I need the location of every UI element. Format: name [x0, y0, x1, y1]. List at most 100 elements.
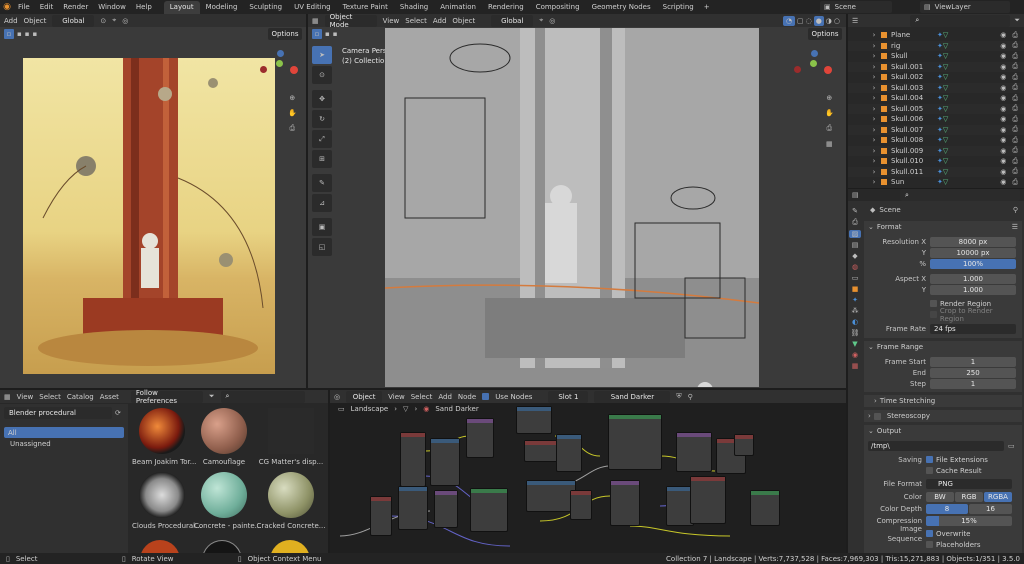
constraints-tab-icon[interactable]: ⛓	[851, 329, 860, 337]
visibility-eye-icon[interactable]: ◉	[1000, 157, 1006, 165]
viewlayer-selector[interactable]: ▤ ViewLayer	[920, 1, 1010, 13]
pan-hand-icon[interactable]: ✋	[288, 109, 297, 117]
scene-tab-icon[interactable]: ◆	[852, 252, 857, 260]
frame-end-field[interactable]: 250	[930, 367, 1016, 378]
center-pan-icon[interactable]: ✋	[825, 109, 834, 117]
asset-tile-3[interactable]: Clouds Procedural...	[132, 472, 202, 530]
res-pct-field[interactable]: 100%	[930, 258, 1016, 269]
left-options-button[interactable]: Options	[268, 28, 302, 40]
catalog-unassigned[interactable]: Unassigned	[4, 438, 124, 449]
res-x-field[interactable]: 8000 px	[930, 236, 1016, 247]
overlay-icon[interactable]: ◔	[783, 15, 796, 26]
outliner-row[interactable]: › Skull.010 ✦ ▽ ◉ ⎙	[848, 156, 1024, 167]
tab-uv-editing[interactable]: UV Editing	[288, 3, 337, 11]
tab-sculpting[interactable]: Sculpting	[243, 3, 288, 11]
node-select-menu[interactable]: Select	[411, 393, 433, 401]
expand-arrow-icon[interactable]: ›	[870, 178, 878, 186]
proportional-icon[interactable]: ◎	[122, 17, 128, 25]
node-add-menu[interactable]: Add	[438, 393, 452, 401]
expand-arrow-icon[interactable]: ›	[870, 31, 878, 39]
menu-help[interactable]: Help	[136, 3, 152, 11]
visibility-eye-icon[interactable]: ◉	[1000, 126, 1006, 134]
outliner-row[interactable]: › Skull.003 ✦ ▽ ◉ ⎙	[848, 82, 1024, 93]
scale-tool-icon[interactable]: ⤢	[312, 130, 332, 148]
properties-type-icon[interactable]: ▤	[852, 191, 859, 199]
refresh-library-icon[interactable]: ⟳	[115, 409, 121, 417]
crop-region-checkbox[interactable]	[930, 311, 937, 318]
add-cube-tool-icon[interactable]: ▣	[312, 218, 332, 236]
outliner-row-label[interactable]: Skull.003	[891, 84, 937, 92]
placeholders-checkbox[interactable]	[926, 541, 933, 548]
compression-slider[interactable]: 15%	[926, 515, 1012, 526]
render-visibility-icon[interactable]: ⎙	[1012, 41, 1018, 50]
visibility-eye-icon[interactable]: ◉	[1000, 31, 1006, 39]
mode-selector[interactable]: Object Mode	[324, 13, 377, 29]
outliner-row[interactable]: › Skull.008 ✦ ▽ ◉ ⎙	[848, 135, 1024, 146]
node-15[interactable]	[526, 480, 576, 512]
tab-animation[interactable]: Animation	[434, 3, 482, 11]
menu-edit[interactable]: Edit	[40, 3, 54, 11]
center-gizmo-z-icon[interactable]	[811, 50, 818, 57]
visibility-eye-icon[interactable]: ◉	[1000, 63, 1006, 71]
outliner-row-label[interactable]: Sun	[891, 178, 937, 186]
render-visibility-icon[interactable]: ⎙	[1012, 104, 1018, 113]
blender-logo-icon[interactable]: ◉	[0, 2, 14, 12]
filter-icon[interactable]: ⏷	[1014, 16, 1020, 25]
view-layer-tab-icon[interactable]: ▤	[852, 241, 859, 249]
nav-gizmo[interactable]	[260, 50, 300, 90]
outliner-row-label[interactable]: Skull.011	[891, 168, 937, 176]
select-menu[interactable]: Select	[405, 17, 427, 25]
left-viewport[interactable]: Add Object Global ⊙ ⌖ ◎ ▫ ▪ ▪ ▪ Options	[0, 14, 306, 388]
format-presets-icon[interactable]: ☰	[1012, 223, 1018, 231]
frame-rate-select[interactable]: 24 fps	[930, 324, 1016, 334]
outliner-row[interactable]: › Skull.002 ✦ ▽ ◉ ⎙	[848, 72, 1024, 83]
output-panel-header[interactable]: ⌄ Output	[864, 425, 1022, 437]
outliner-row-label[interactable]: Skull.006	[891, 115, 937, 123]
render-visibility-icon[interactable]: ⎙	[1012, 83, 1018, 92]
library-select[interactable]: Blender procedural	[4, 407, 112, 419]
tab-scripting[interactable]: Scripting	[657, 3, 700, 11]
material-shading-icon[interactable]: ◑	[826, 17, 832, 25]
select-box-icon-center[interactable]: ▫	[312, 29, 322, 39]
xray-icon[interactable]: ▢	[797, 17, 804, 25]
proportional-icon-center[interactable]: ◎	[549, 17, 555, 25]
outliner-row[interactable]: › Skull.007 ✦ ▽ ◉ ⎙	[848, 124, 1024, 135]
outliner-row-label[interactable]: Skull.010	[891, 157, 937, 165]
zoom-icon[interactable]: ⊕	[288, 94, 297, 102]
render-visibility-icon[interactable]: ⎙	[1012, 125, 1018, 134]
outliner-row-label[interactable]: Skull.001	[891, 63, 937, 71]
tool-tab-icon[interactable]: ✎	[852, 207, 858, 215]
visibility-eye-icon[interactable]: ◉	[1000, 178, 1006, 186]
outliner-search[interactable]: ⌕	[910, 14, 1011, 27]
expand-arrow-icon[interactable]: ›	[870, 73, 878, 81]
properties-search[interactable]: ⌕	[900, 189, 1020, 201]
mode-icon-2[interactable]: ▪	[25, 30, 30, 38]
transform-tool-icon[interactable]: ⊞	[312, 150, 332, 168]
tab-shading[interactable]: Shading	[394, 3, 434, 11]
tab-texture-paint[interactable]: Texture Paint	[337, 3, 394, 11]
color-bw-button[interactable]: BW	[926, 491, 954, 502]
outliner-row[interactable]: › Skull.001 ✦ ▽ ◉ ⎙	[848, 61, 1024, 72]
add-menu[interactable]: Add	[4, 17, 18, 25]
outliner-type-icon[interactable]: ☰	[852, 17, 858, 25]
outliner-row-label[interactable]: Skull.009	[891, 147, 937, 155]
visibility-eye-icon[interactable]: ◉	[1000, 115, 1006, 123]
frame-start-field[interactable]: 1	[930, 356, 1016, 367]
outliner-row-label[interactable]: rig	[891, 42, 937, 50]
fake-user-icon[interactable]: ⛨	[676, 392, 681, 401]
gizmo-x-icon[interactable]	[290, 66, 298, 74]
camera-icon[interactable]: ⎙	[288, 124, 297, 133]
expand-arrow-icon[interactable]: ›	[870, 115, 878, 123]
select-box-icon[interactable]: ▫	[4, 29, 14, 39]
pin-node-icon[interactable]: ⚲	[688, 393, 693, 401]
select-tool-icon[interactable]: ➤	[312, 46, 332, 64]
gizmo-neg-x-icon[interactable]	[260, 66, 267, 73]
object-menu-center[interactable]: Object	[452, 17, 475, 25]
center-gizmo-x-icon[interactable]	[824, 66, 832, 74]
data-tab-icon[interactable]: ▼	[852, 340, 857, 348]
object-tab-icon[interactable]: ■	[852, 285, 859, 293]
render-visibility-icon[interactable]: ⎙	[1012, 136, 1018, 145]
transform-orientation[interactable]: Global	[52, 14, 95, 27]
annotate-tool-icon[interactable]: ✎	[312, 174, 332, 192]
visibility-eye-icon[interactable]: ◉	[1000, 136, 1006, 144]
